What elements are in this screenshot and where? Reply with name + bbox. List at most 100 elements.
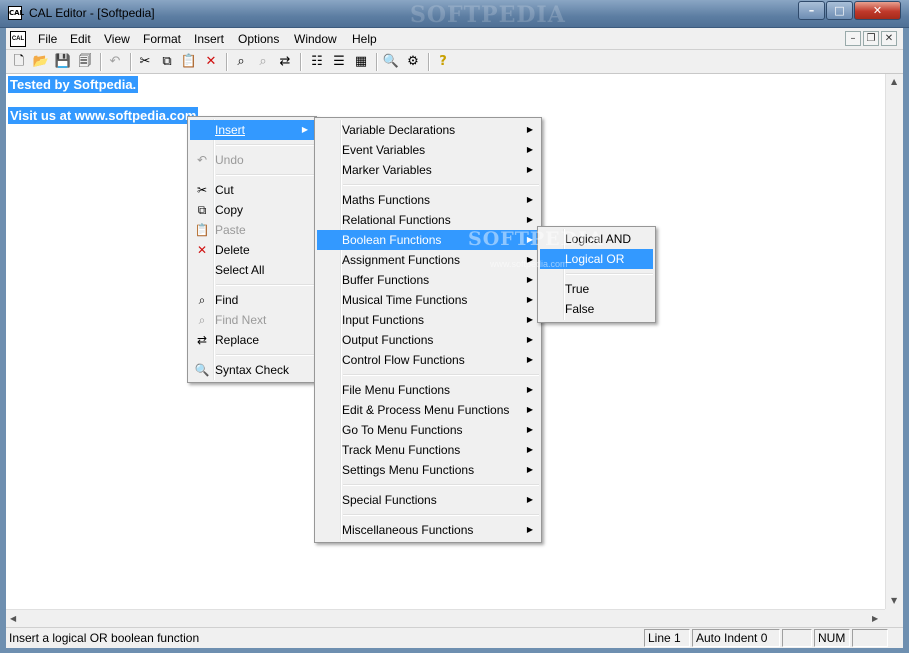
menu-item-label: Miscellaneous Functions xyxy=(342,523,474,537)
menu-item-replace[interactable]: ⇄ Replace xyxy=(190,330,314,350)
menu-item-boolean-functions[interactable]: Boolean Functions ▶ xyxy=(317,230,539,250)
vertical-scrollbar[interactable]: ▲ ▼ xyxy=(885,74,903,609)
new-file-icon[interactable]: 🗋 xyxy=(10,53,28,71)
menu-item-true[interactable]: True xyxy=(540,279,653,299)
mdi-close-button[interactable]: ✕ xyxy=(881,31,897,46)
scroll-down-arrow[interactable]: ▼ xyxy=(891,596,897,605)
menu-item-label: Control Flow Functions xyxy=(342,353,465,367)
close-button[interactable]: ✕ xyxy=(854,1,901,20)
menu-item-logical-or[interactable]: Logical OR xyxy=(540,249,653,269)
menu-item-input-functions[interactable]: Input Functions ▶ xyxy=(317,310,539,330)
menu-item-file-menu-functions[interactable]: File Menu Functions ▶ xyxy=(317,380,539,400)
copy-icon[interactable]: ⧉ xyxy=(158,53,176,71)
scroll-right-arrow[interactable]: ▶ xyxy=(872,614,878,623)
mdi-restore-button[interactable]: ❐ xyxy=(863,31,879,46)
menu-item-label: Settings Menu Functions xyxy=(342,463,475,477)
open-folder-icon[interactable]: 📂 xyxy=(32,53,50,71)
menu-item-label: Logical OR xyxy=(565,252,625,266)
horizontal-scrollbar[interactable]: ◀ ▶ xyxy=(6,609,885,627)
syntax-check-icon[interactable]: ⚙ xyxy=(404,53,422,71)
menu-item-false[interactable]: False xyxy=(540,299,653,319)
editor-line-2[interactable]: Visit us at www.softpedia.com xyxy=(8,107,199,124)
menu-item-buffer-functions[interactable]: Buffer Functions ▶ xyxy=(317,270,539,290)
find-next-icon[interactable]: ⌕ xyxy=(254,53,272,71)
menu-separator xyxy=(343,184,539,186)
menu-item-miscellaneous-functions[interactable]: Miscellaneous Functions ▶ xyxy=(317,520,539,540)
help-icon[interactable]: ? xyxy=(434,53,452,71)
indent-icon[interactable]: ☷ xyxy=(308,53,326,71)
menu-item-settings-menu-functions[interactable]: Settings Menu Functions ▶ xyxy=(317,460,539,480)
scroll-left-arrow[interactable]: ◀ xyxy=(10,614,16,623)
menu-item-paste[interactable]: 📋 Paste xyxy=(190,220,314,240)
outdent-icon[interactable]: ☰ xyxy=(330,53,348,71)
menu-window[interactable]: Window xyxy=(294,32,337,46)
menu-view[interactable]: View xyxy=(104,32,130,46)
find-icon[interactable]: ⌕ xyxy=(232,53,250,71)
save-all-icon[interactable]: 🗐 xyxy=(76,53,94,71)
mdi-minimize-button[interactable]: – xyxy=(845,31,861,46)
menu-item-relational-functions[interactable]: Relational Functions ▶ xyxy=(317,210,539,230)
submenu-arrow-icon: ▶ xyxy=(526,495,533,504)
title-bar[interactable]: CAL CAL Editor - [Softpedia] SOFTPEDIA –… xyxy=(0,0,909,28)
maximize-button[interactable]: □ xyxy=(826,1,853,20)
delete-icon[interactable]: ✕ xyxy=(202,53,220,71)
menu-item-maths-functions[interactable]: Maths Functions ▶ xyxy=(317,190,539,210)
empty-indicator xyxy=(782,629,812,647)
editor-line-1[interactable]: Tested by Softpedia. xyxy=(8,76,139,93)
menu-item-special-functions[interactable]: Special Functions ▶ xyxy=(317,490,539,510)
submenu-arrow-icon: ▶ xyxy=(526,255,533,264)
scroll-corner xyxy=(885,609,903,627)
menu-item-label: Output Functions xyxy=(342,333,434,347)
menu-format[interactable]: Format xyxy=(143,32,181,46)
search-icon[interactable]: 🔍 xyxy=(382,53,400,71)
menu-item-label: File Menu Functions xyxy=(342,383,451,397)
menu-item-delete[interactable]: ✕ Delete xyxy=(190,240,314,260)
menu-edit[interactable]: Edit xyxy=(70,32,91,46)
magnifier-icon: 🔍 xyxy=(194,363,210,377)
document-icon[interactable]: CAL xyxy=(10,31,26,47)
menu-item-go-to-menu-functions[interactable]: Go To Menu Functions ▶ xyxy=(317,420,539,440)
save-icon[interactable]: 💾 xyxy=(54,53,72,71)
menu-file[interactable]: File xyxy=(38,32,57,46)
menu-item-variable-declarations[interactable]: Variable Declarations ▶ xyxy=(317,120,539,140)
menu-item-syntax-check[interactable]: 🔍 Syntax Check xyxy=(190,360,314,380)
submenu-arrow-icon: ▶ xyxy=(526,525,533,534)
submenu-arrow-icon: ▶ xyxy=(526,125,533,134)
menu-options[interactable]: Options xyxy=(238,32,279,46)
menu-item-find-next[interactable]: ⌕ Find Next xyxy=(190,310,314,330)
menu-item-assignment-functions[interactable]: Assignment Functions ▶ xyxy=(317,250,539,270)
menu-item-output-functions[interactable]: Output Functions ▶ xyxy=(317,330,539,350)
paste-icon[interactable]: 📋 xyxy=(180,53,198,71)
num-lock-indicator: NUM xyxy=(814,629,850,647)
menu-item-edit-process-menu-functions[interactable]: Edit & Process Menu Functions ▶ xyxy=(317,400,539,420)
undo-icon[interactable]: ↶ xyxy=(106,53,124,71)
menu-item-musical-time-functions[interactable]: Musical Time Functions ▶ xyxy=(317,290,539,310)
menu-item-label: False xyxy=(565,302,595,316)
menu-item-logical-and[interactable]: Logical AND xyxy=(540,229,653,249)
app-icon[interactable]: CAL xyxy=(8,6,24,20)
menu-item-label: Boolean Functions xyxy=(342,233,442,247)
menu-insert[interactable]: Insert xyxy=(194,32,224,46)
scroll-up-arrow[interactable]: ▲ xyxy=(891,77,897,86)
menu-item-control-flow-functions[interactable]: Control Flow Functions ▶ xyxy=(317,350,539,370)
boolean-submenu: Logical AND Logical OR True False xyxy=(537,226,656,323)
menu-item-label: Musical Time Functions xyxy=(342,293,468,307)
menu-item-undo[interactable]: ↶ Undo xyxy=(190,150,314,170)
replace-icon[interactable]: ⇄ xyxy=(276,53,294,71)
menu-item-marker-variables[interactable]: Marker Variables ▶ xyxy=(317,160,539,180)
menu-item-cut[interactable]: ✂ Cut xyxy=(190,180,314,200)
menu-item-label: Find Next xyxy=(215,313,267,327)
cut-icon[interactable]: ✂ xyxy=(136,53,154,71)
menu-item-event-variables[interactable]: Event Variables ▶ xyxy=(317,140,539,160)
menu-item-copy[interactable]: ⧉ Copy xyxy=(190,200,314,220)
minimize-button[interactable]: – xyxy=(798,1,825,20)
menu-item-track-menu-functions[interactable]: Track Menu Functions ▶ xyxy=(317,440,539,460)
menu-item-label: Go To Menu Functions xyxy=(342,423,463,437)
submenu-arrow-icon: ▶ xyxy=(526,315,533,324)
format-icon[interactable]: ▦ xyxy=(352,53,370,71)
menu-item-select-all[interactable]: Select All xyxy=(190,260,314,280)
menu-help[interactable]: Help xyxy=(352,32,377,46)
menu-item-find[interactable]: ⌕ Find xyxy=(190,290,314,310)
menu-item-insert[interactable]: Insert ▶ xyxy=(190,120,314,140)
submenu-arrow-icon: ▶ xyxy=(301,125,308,134)
